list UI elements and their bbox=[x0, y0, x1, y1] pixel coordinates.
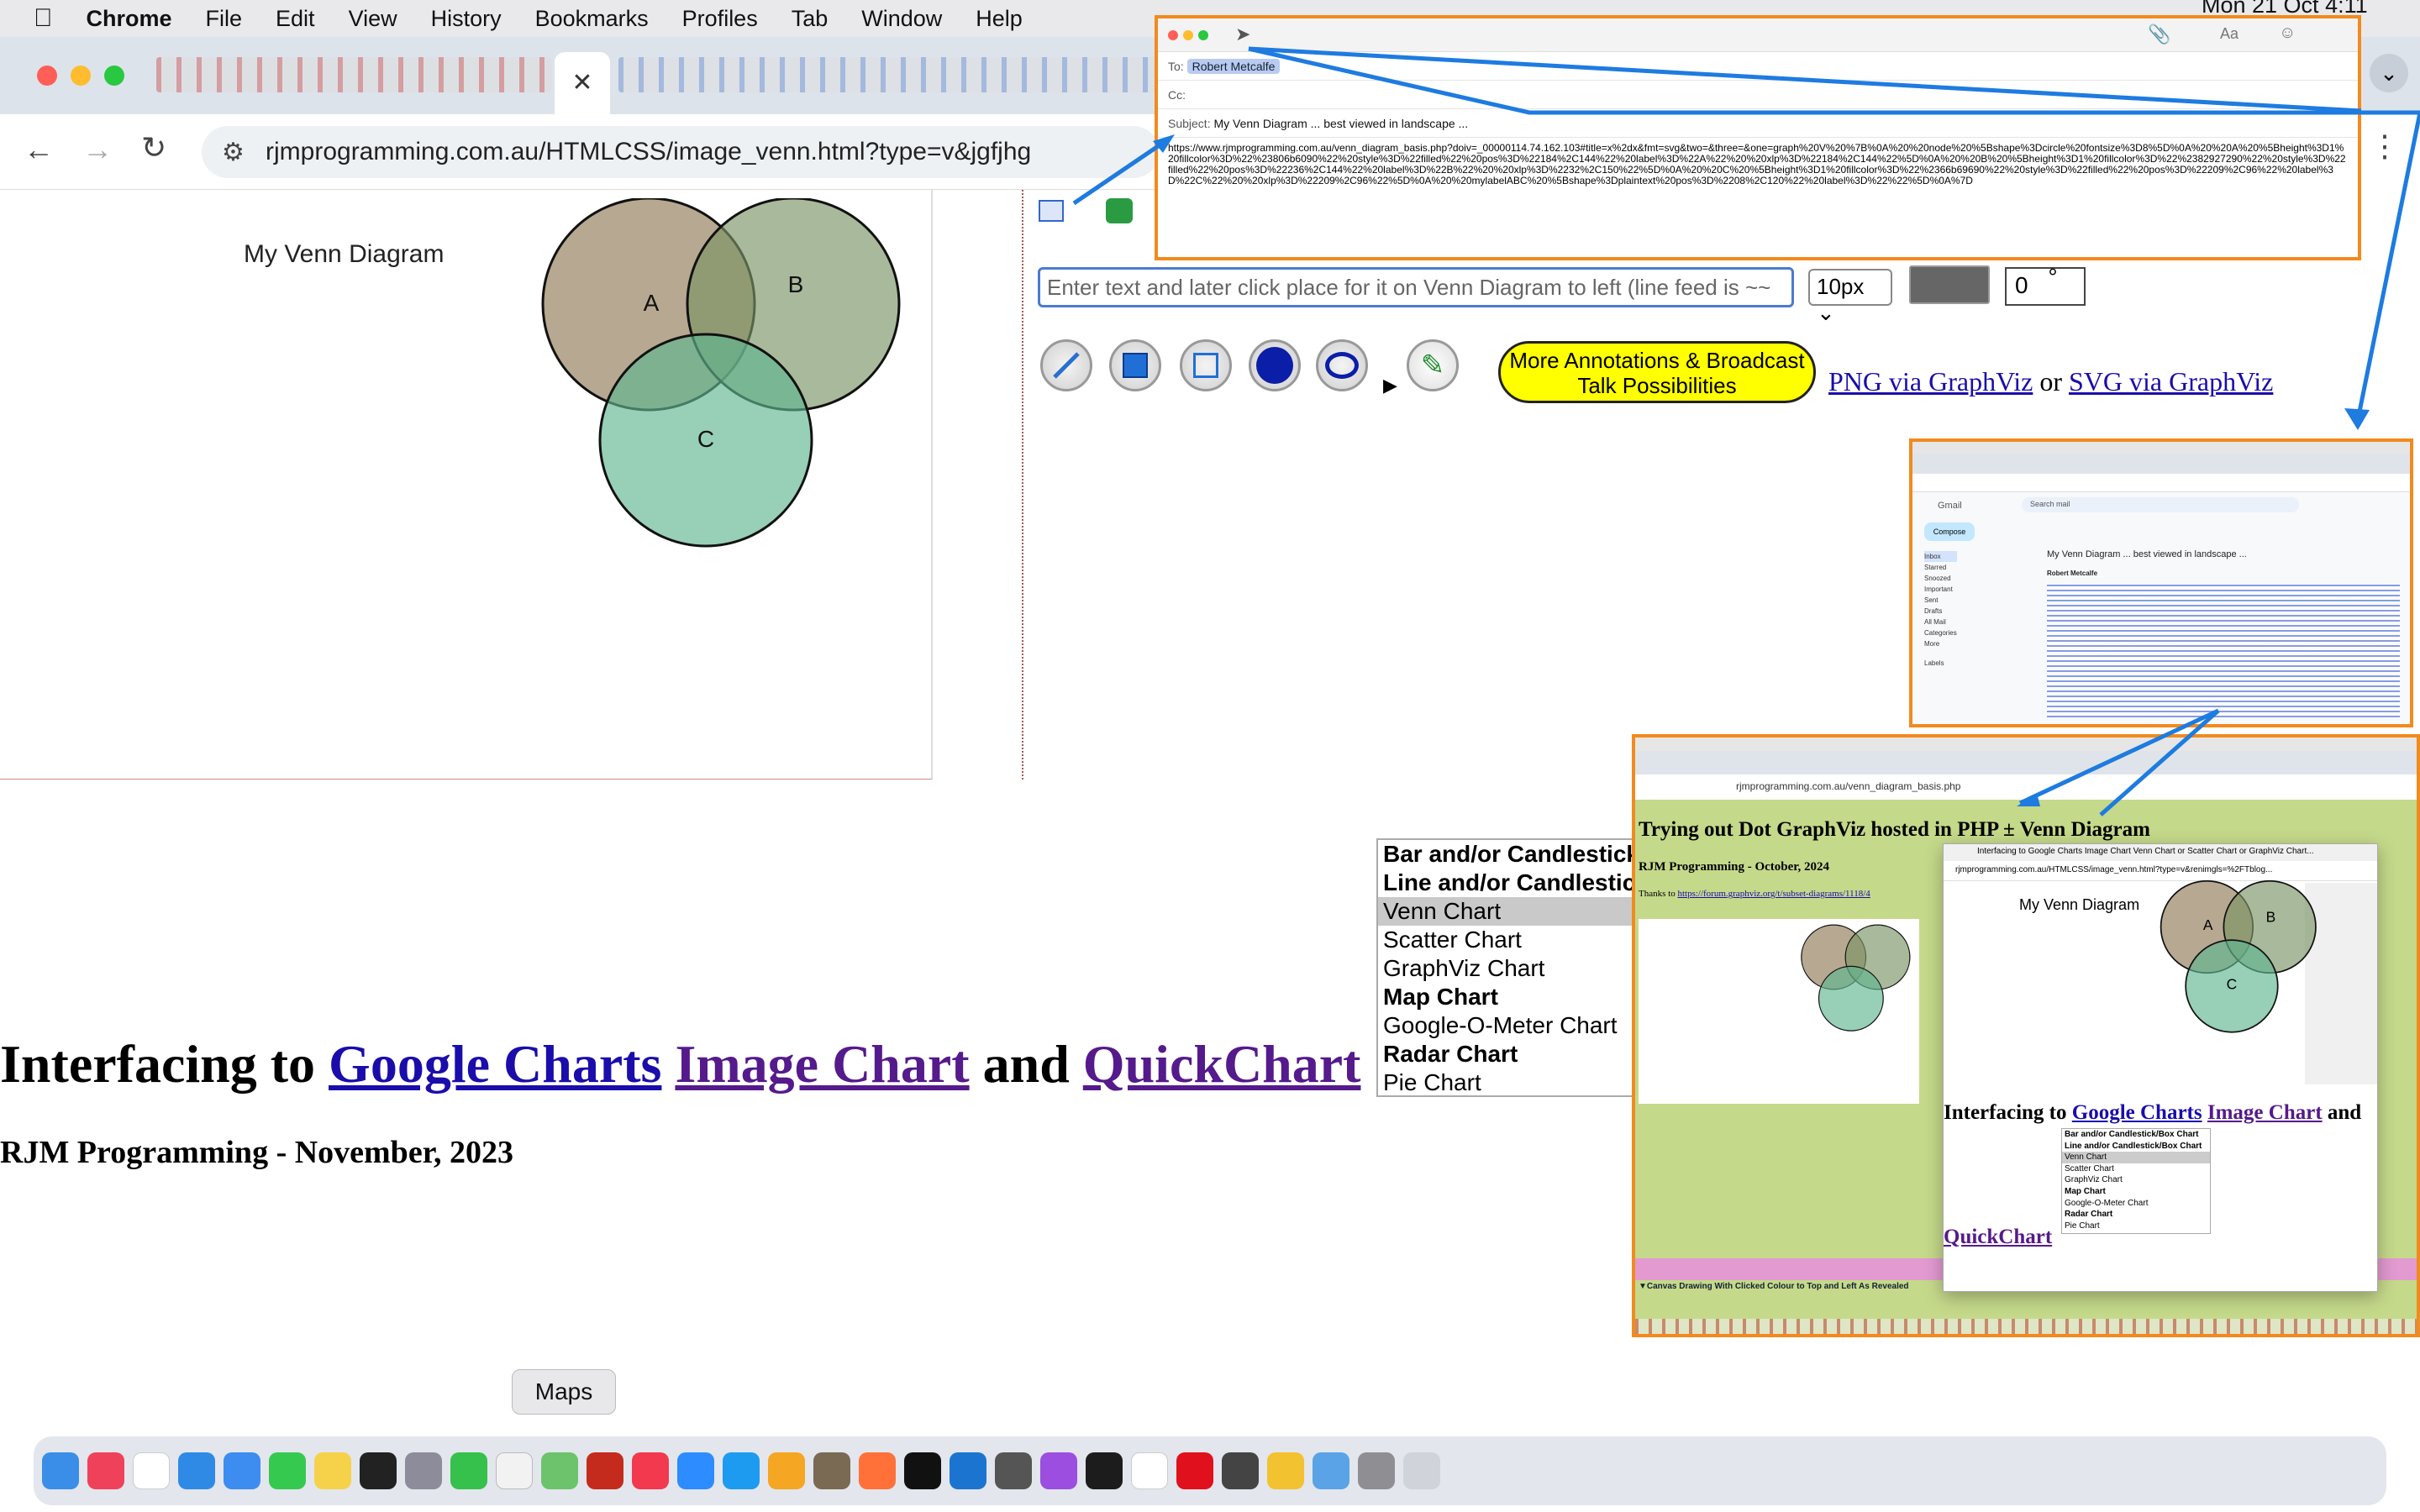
settings-icon[interactable] bbox=[1358, 1452, 1395, 1489]
dock-tooltip: Maps bbox=[512, 1369, 616, 1415]
mail-icon[interactable] bbox=[224, 1452, 260, 1489]
filezilla-icon[interactable] bbox=[587, 1452, 623, 1489]
xcode-icon[interactable] bbox=[950, 1452, 986, 1489]
preview-icon[interactable] bbox=[1313, 1452, 1349, 1489]
terminal-icon[interactable] bbox=[1086, 1452, 1123, 1489]
annotation-arrows bbox=[1072, 46, 2420, 816]
podcasts-icon[interactable] bbox=[1040, 1452, 1077, 1489]
screen:  Chrome File Edit View History Bookmark… bbox=[0, 0, 2420, 1512]
firefox-icon[interactable] bbox=[859, 1452, 896, 1489]
gimp-icon[interactable] bbox=[813, 1452, 850, 1489]
finder-icon[interactable] bbox=[42, 1452, 79, 1489]
maps-icon[interactable] bbox=[541, 1452, 578, 1489]
calculator-icon[interactable] bbox=[1222, 1452, 1259, 1489]
calendar-icon[interactable] bbox=[1131, 1452, 1168, 1489]
launchpad-icon[interactable] bbox=[405, 1452, 442, 1489]
dock bbox=[34, 1436, 2386, 1505]
news-icon[interactable] bbox=[632, 1452, 669, 1489]
chrome-icon[interactable] bbox=[1267, 1452, 1304, 1489]
opera-icon[interactable] bbox=[1176, 1452, 1213, 1489]
stocks-icon[interactable] bbox=[360, 1452, 397, 1489]
tv-icon[interactable] bbox=[904, 1452, 941, 1489]
photos-icon[interactable] bbox=[768, 1452, 805, 1489]
reminders-icon[interactable] bbox=[133, 1452, 170, 1489]
music-icon[interactable] bbox=[87, 1452, 124, 1489]
safari-icon[interactable] bbox=[178, 1452, 215, 1489]
app-store-icon[interactable] bbox=[723, 1452, 760, 1489]
document-icon[interactable] bbox=[496, 1452, 533, 1489]
facetime-icon[interactable] bbox=[450, 1452, 487, 1489]
notes-icon[interactable] bbox=[314, 1452, 351, 1489]
trash-icon[interactable] bbox=[1403, 1452, 1440, 1489]
messages-icon[interactable] bbox=[269, 1452, 306, 1489]
zoom-icon[interactable] bbox=[677, 1452, 714, 1489]
bbedit-icon[interactable] bbox=[995, 1452, 1032, 1489]
